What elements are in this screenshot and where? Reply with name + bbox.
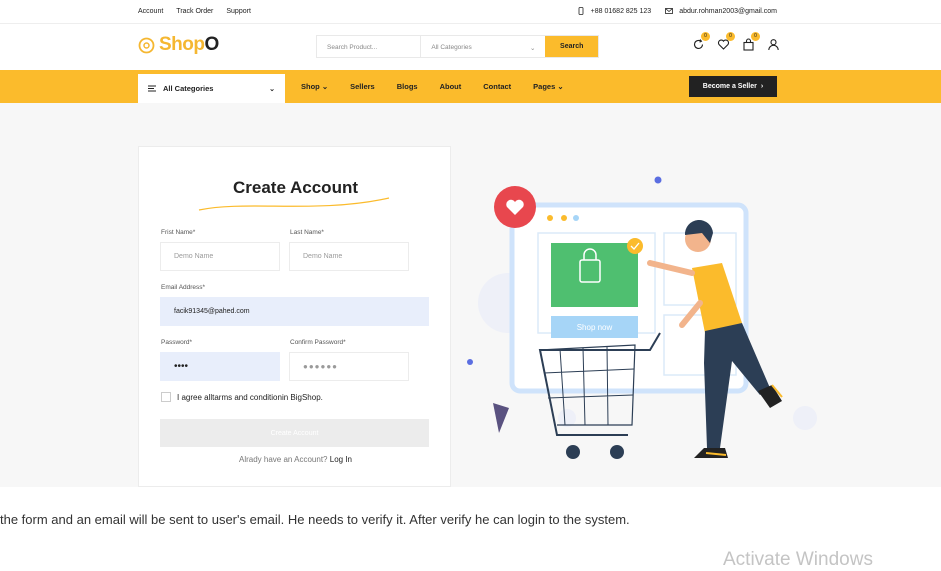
shop-now-button: Shop now bbox=[577, 323, 613, 332]
nav-sellers[interactable]: Sellers bbox=[350, 82, 375, 91]
login-link[interactable]: Log In bbox=[330, 455, 352, 464]
wishlist-button[interactable]: 0 bbox=[717, 32, 735, 51]
logo[interactable]: ShopO bbox=[138, 34, 219, 56]
shopping-illustration: Shop now bbox=[467, 176, 817, 459]
main-content: Create Account Frist Name* Demo Name Las… bbox=[0, 103, 941, 487]
chevron-down-icon: ⌄ bbox=[269, 85, 275, 93]
account-button[interactable] bbox=[767, 38, 780, 51]
compare-badge: 0 bbox=[701, 32, 710, 41]
phone-text: +88 01682 825 123 bbox=[590, 7, 652, 15]
logo-text: ShopO bbox=[159, 34, 219, 55]
top-bar: Account Track Order Support +88 01682 82… bbox=[0, 0, 941, 24]
category-select[interactable]: All Categories ⌄ bbox=[421, 36, 545, 57]
nav-pages[interactable]: Pages ⌄ bbox=[533, 82, 563, 91]
email-label: Email Address* bbox=[161, 284, 206, 291]
all-categories-dropdown[interactable]: All Categories ⌄ bbox=[138, 74, 285, 103]
login-prompt-text: Alrady have an Account? bbox=[239, 455, 328, 464]
search-button[interactable]: Search bbox=[545, 36, 598, 57]
main-nav: Shop ⌄ Sellers Blogs About Contact Pages… bbox=[301, 82, 564, 91]
search-input[interactable]: Search Product... bbox=[317, 36, 422, 57]
become-seller-label: Become a Seller bbox=[702, 83, 757, 90]
nav-bar: All Categories ⌄ Shop ⌄ Sellers Blogs Ab… bbox=[0, 70, 941, 103]
email-text: abdur.rohman2003@gmail.com bbox=[679, 7, 777, 15]
all-categories-label: All Categories bbox=[163, 84, 214, 93]
create-account-button[interactable]: Create Account bbox=[160, 419, 429, 447]
logo-icon bbox=[138, 37, 155, 53]
confirm-password-label: Confirm Password* bbox=[290, 339, 346, 346]
user-icon bbox=[768, 39, 779, 51]
account-link[interactable]: Account bbox=[138, 8, 163, 15]
email-input[interactable]: facik91345@pahed.com bbox=[160, 297, 429, 326]
nav-contact[interactable]: Contact bbox=[483, 82, 511, 91]
contact-info: +88 01682 825 123 abdur.rohman2003@gmail… bbox=[577, 7, 777, 15]
track-order-link[interactable]: Track Order bbox=[176, 8, 213, 15]
category-select-value: All Categories bbox=[431, 44, 472, 51]
phone-info: +88 01682 825 123 bbox=[577, 7, 652, 15]
title-underline bbox=[198, 197, 390, 211]
password-label: Password* bbox=[161, 339, 193, 346]
password-input[interactable]: •••• bbox=[160, 352, 280, 381]
header: ShopO Search Product... All Categories ⌄… bbox=[0, 24, 941, 70]
search-bar: Search Product... All Categories ⌄ Searc… bbox=[316, 35, 599, 58]
email-info: abdur.rohman2003@gmail.com bbox=[665, 7, 777, 15]
caption-text: the form and an email will be sent to us… bbox=[0, 512, 630, 527]
wishlist-badge: 0 bbox=[726, 32, 735, 41]
header-icons: 0 0 0 bbox=[692, 32, 780, 51]
support-link[interactable]: Support bbox=[226, 8, 251, 15]
nav-shop[interactable]: Shop ⌄ bbox=[301, 82, 328, 91]
confirm-password-input[interactable]: ●●●●●● bbox=[289, 352, 409, 381]
top-links: Account Track Order Support bbox=[138, 8, 251, 15]
chevron-right-icon: › bbox=[760, 83, 764, 90]
first-name-input[interactable]: Demo Name bbox=[160, 242, 280, 271]
nav-blogs[interactable]: Blogs bbox=[397, 82, 418, 91]
last-name-input[interactable]: Demo Name bbox=[289, 242, 409, 271]
phone-icon bbox=[578, 7, 584, 15]
become-seller-button[interactable]: Become a Seller › bbox=[689, 76, 777, 97]
page-title: Create Account bbox=[232, 178, 358, 197]
cart-badge: 0 bbox=[751, 32, 760, 41]
login-prompt: Alrady have an Account? Log In bbox=[139, 455, 452, 464]
last-name-label: Last Name* bbox=[290, 229, 324, 236]
cart-button[interactable]: 0 bbox=[742, 32, 760, 51]
first-name-label: Frist Name* bbox=[161, 229, 196, 236]
agree-checkbox[interactable] bbox=[161, 392, 171, 402]
menu-icon bbox=[148, 85, 156, 92]
agree-label: I agree alltarms and conditionin BigShop… bbox=[177, 393, 323, 402]
compare-button[interactable]: 0 bbox=[692, 32, 710, 51]
chevron-down-icon: ⌄ bbox=[529, 45, 536, 52]
nav-about[interactable]: About bbox=[440, 82, 462, 91]
mail-icon bbox=[665, 8, 674, 14]
signup-card: Create Account Frist Name* Demo Name Las… bbox=[138, 146, 451, 487]
